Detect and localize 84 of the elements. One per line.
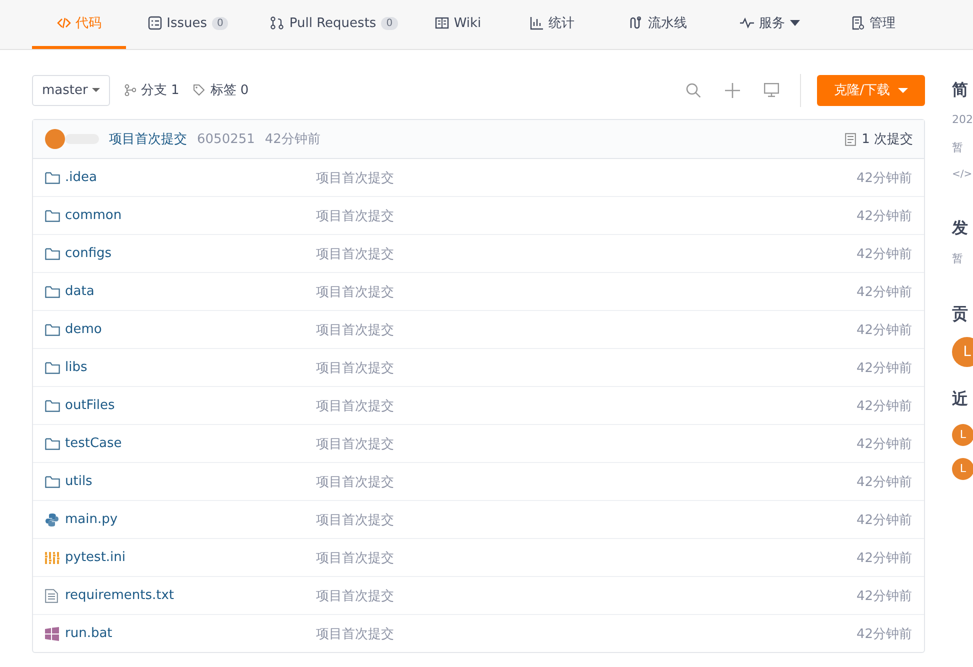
modified-time: 42分钟前 (856, 436, 912, 452)
code-icon (56, 16, 70, 30)
count-badge: 0 (212, 16, 228, 30)
python-icon (45, 512, 60, 526)
modified-time: 42分钟前 (856, 360, 912, 376)
folder-icon (45, 208, 60, 222)
blurred-name (65, 134, 99, 144)
pipeline-icon (629, 16, 643, 30)
caret-icon (898, 88, 908, 92)
folder-icon (45, 322, 60, 336)
section-heading: 发 (952, 218, 968, 239)
modified-time: 42分钟前 (856, 550, 912, 566)
user-avatar: L (952, 458, 973, 480)
plus-icon (725, 82, 740, 98)
bar-chart-icon (530, 16, 544, 30)
file-link[interactable]: outFiles (45, 398, 115, 413)
commit-time: 42分钟前 (264, 131, 320, 148)
text-file-icon (45, 588, 60, 602)
description-text: 202 (952, 113, 973, 126)
file-link[interactable]: demo (45, 322, 102, 337)
folder-icon (45, 360, 60, 374)
section-heading: 近 (952, 389, 968, 410)
file-link[interactable]: testCase (45, 436, 122, 451)
modified-time: 42分钟前 (856, 170, 912, 186)
commit-message-link[interactable]: 项目首次提交 (109, 130, 187, 148)
folder-icon (45, 246, 60, 260)
tags-link[interactable]: 标签 0 (193, 81, 249, 99)
file-link[interactable]: pytest.ini (45, 550, 126, 565)
merge-icon (270, 16, 284, 30)
modified-time: 42分钟前 (856, 246, 912, 262)
modified-time: 42分钟前 (856, 284, 912, 300)
nav-tab[interactable]: 管理 (830, 0, 916, 49)
count-badge: 0 (381, 16, 398, 30)
modified-time: 42分钟前 (856, 512, 912, 528)
modified-time: 42分钟前 (856, 322, 912, 338)
tag-icon (193, 84, 206, 96)
folder-icon (45, 170, 60, 184)
commit-count-link[interactable]: 1 次提交 (844, 130, 913, 148)
file-link[interactable]: libs (45, 360, 88, 375)
user-avatar: L (952, 424, 973, 446)
code-icon: </> (952, 169, 972, 180)
folder-icon (45, 436, 60, 450)
nav-tab[interactable]: Issues 0 (126, 0, 250, 49)
file-link[interactable]: run.bat (45, 626, 112, 641)
sliders-icon (45, 550, 60, 564)
modified-time: 42分钟前 (856, 398, 912, 414)
book-icon (434, 16, 449, 30)
caret-icon (92, 88, 100, 92)
checklist-icon (148, 16, 162, 30)
folder-icon (45, 284, 60, 298)
file-link[interactable]: main.py (45, 512, 118, 527)
pulse-icon (740, 16, 754, 30)
nav-tab[interactable]: Pull Requests 0 (250, 0, 418, 49)
folder-icon (45, 474, 60, 488)
file-link[interactable]: data (45, 284, 94, 299)
modified-time: 42分钟前 (856, 474, 912, 490)
modified-time: 42分钟前 (856, 588, 912, 604)
monitor-icon (764, 83, 779, 97)
description-text: 暂 (952, 140, 963, 155)
section-heading: 贡 (952, 304, 968, 325)
user-avatar (45, 129, 65, 149)
file-link[interactable]: configs (45, 246, 112, 261)
search-icon (686, 82, 701, 98)
nav-tab[interactable]: 流水线 (606, 0, 710, 49)
branch-dropdown[interactable]: master (32, 74, 110, 106)
description-text: 暂 (952, 251, 963, 266)
section-heading: 简 (952, 80, 968, 101)
file-link[interactable]: requirements.txt (45, 588, 174, 603)
contributor-avatar: L (952, 337, 973, 367)
commit-hash: 6050251 (197, 132, 255, 146)
file-link[interactable]: common (45, 208, 122, 223)
file-link[interactable]: .idea (45, 170, 97, 185)
branch-icon (124, 84, 136, 96)
branches-link[interactable]: 分支 1 (124, 81, 180, 99)
nav-tab[interactable]: 服务 (710, 0, 830, 49)
modified-time: 42分钟前 (856, 208, 912, 224)
file-link[interactable]: utils (45, 474, 92, 489)
document-icon (850, 16, 864, 30)
folder-icon (45, 398, 60, 412)
nav-tab[interactable]: Wiki (418, 0, 498, 49)
modified-time: 42分钟前 (856, 626, 912, 642)
windows-logo-icon (45, 626, 60, 640)
document-icon (844, 132, 856, 146)
nav-tab[interactable]: 统计 (498, 0, 606, 49)
